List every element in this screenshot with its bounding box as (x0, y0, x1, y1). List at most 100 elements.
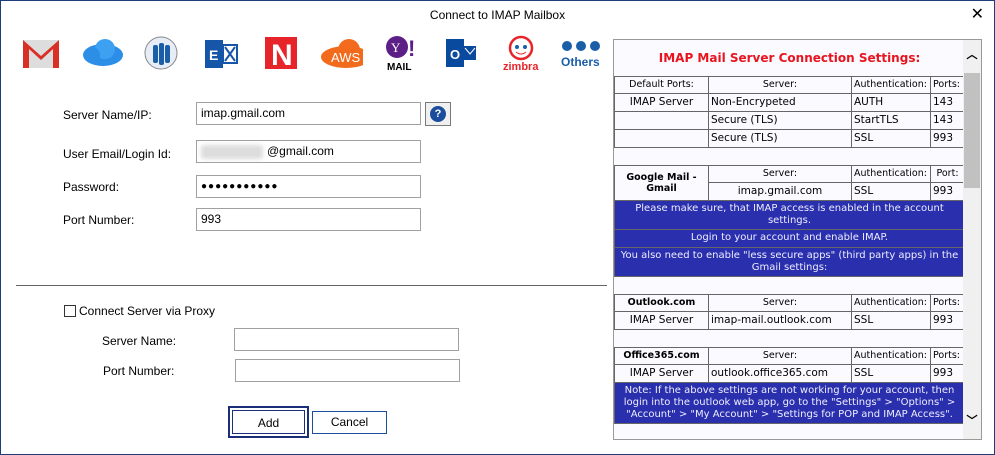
password-input[interactable]: ●●●●●●●●●●● (196, 175, 421, 198)
email-value: @gmail.com (267, 144, 334, 158)
cell: AUTH (851, 92, 931, 112)
proxy-server-input[interactable] (234, 328, 459, 351)
port-input[interactable]: 993 (196, 208, 421, 231)
office365-note: Note: If the above settings are not work… (614, 381, 966, 424)
help-icon: ? (430, 106, 446, 122)
cell: IMAP Server (614, 310, 709, 330)
col-header: Server: (708, 75, 852, 94)
imap-settings-panel: IMAP Mail Server Connection Settings: De… (613, 39, 982, 440)
scrollbar-thumb[interactable] (964, 73, 980, 188)
svg-text:Y: Y (391, 40, 401, 55)
col-header: Ports: (929, 293, 966, 312)
scrollbar[interactable]: ︿ ﹀ (963, 40, 981, 439)
zimbra-icon[interactable]: zimbra (499, 33, 543, 73)
svg-text:Others: Others (561, 55, 600, 69)
cell: Secure (TLS) (708, 110, 852, 130)
table-row: IMAP Server Non-Encrypeted AUTH 143 (614, 92, 966, 112)
email-input[interactable]: @gmail.com (196, 140, 421, 163)
cell: SSL (851, 128, 931, 148)
svg-text:MAIL: MAIL (387, 62, 411, 72)
cell: IMAP Server (614, 92, 709, 112)
cell: 993 (929, 310, 966, 330)
window-title: Connect to IMAP Mailbox (429, 8, 566, 22)
col-header: Port: (929, 164, 966, 183)
col-header: Server: (708, 164, 852, 183)
proxy-port-label: Port Number: (103, 364, 175, 378)
svg-text:O: O (450, 47, 460, 62)
cell: outlook.office365.com (708, 363, 852, 383)
cell: 993 (929, 363, 966, 383)
gmail-note: You also need to enable "less secure app… (614, 246, 966, 277)
cell: Non-Encrypeted (708, 92, 852, 112)
server-input[interactable]: imap.gmail.com (196, 102, 421, 125)
provider-icons: E N AWS Y! MAIL O zimbra Others (15, 32, 607, 74)
yahoo-mail-icon[interactable]: Y! MAIL (379, 33, 423, 73)
outlook-icon[interactable]: O (439, 33, 483, 73)
spacer (614, 146, 965, 166)
cell: IMAP Server (614, 363, 709, 383)
scroll-down-icon[interactable]: ﹀ (963, 412, 981, 428)
proxy-checkbox[interactable] (64, 305, 76, 317)
svg-text:!: ! (408, 36, 415, 61)
redacted-username (201, 145, 263, 159)
add-button[interactable]: Add (228, 406, 309, 438)
others-icon[interactable]: Others (559, 33, 603, 73)
cell (614, 128, 709, 148)
novell-groupwise-icon[interactable]: N (259, 33, 303, 73)
scroll-up-icon[interactable]: ︿ (963, 46, 981, 62)
col-header: Authentication: (851, 164, 931, 183)
exchange-icon[interactable]: E (199, 33, 243, 73)
lotus-notes-icon[interactable] (139, 33, 183, 73)
gmail-icon[interactable] (19, 33, 63, 73)
gmail-note: Login to your account and enable IMAP. (614, 228, 966, 248)
spacer (614, 328, 965, 348)
cell: StartTLS (851, 110, 931, 130)
divider (16, 285, 607, 286)
svg-text:zimbra: zimbra (503, 61, 539, 72)
gmail-note: Please make sure, that IMAP access is en… (614, 199, 966, 230)
email-label: User Email/Login Id: (63, 147, 172, 161)
table-row: IMAP Server imap-mail.outlook.com SSL 993 (614, 310, 966, 330)
col-header: Default Ports: (614, 75, 709, 94)
col-header: Authentication: (851, 293, 931, 312)
help-button[interactable]: ? (425, 102, 451, 126)
settings-table: IMAP Mail Server Connection Settings: De… (614, 40, 966, 424)
col-header: Server: (708, 293, 852, 312)
icloud-icon[interactable] (79, 33, 123, 73)
cell: SSL (851, 310, 931, 330)
close-icon[interactable]: ✕ (971, 1, 984, 29)
cell: SSL (851, 181, 931, 201)
table-row: Secure (TLS) StartTLS 143 (614, 110, 966, 130)
port-label: Port Number: (63, 213, 135, 227)
col-header: Authentication: (851, 346, 931, 365)
outlook-section-title: Outlook.com (614, 293, 709, 312)
settings-title: IMAP Mail Server Connection Settings: (614, 40, 965, 77)
proxy-server-label: Server Name: (102, 334, 177, 348)
aws-icon[interactable]: AWS (319, 33, 363, 73)
cell: 143 (929, 92, 966, 112)
svg-text:AWS: AWS (331, 50, 360, 65)
cell: 143 (929, 110, 966, 130)
add-button-label: Add (232, 410, 305, 434)
table-row: Secure (TLS) SSL 993 (614, 128, 966, 148)
svg-text:E: E (209, 47, 218, 63)
table-row: IMAP Server outlook.office365.com SSL 993 (614, 363, 966, 383)
cancel-button[interactable]: Cancel (312, 411, 387, 434)
office365-section-title: Office365.com (614, 346, 709, 365)
dialog-window: Connect to IMAP Mailbox ✕ E N AWS Y! MAIL… (0, 0, 995, 455)
spacer (614, 275, 965, 295)
svg-text:N: N (271, 39, 293, 70)
server-label: Server Name/IP: (63, 108, 152, 122)
title-bar: Connect to IMAP Mailbox ✕ (1, 1, 994, 29)
gmail-section-title: Google Mail - Gmail (614, 164, 709, 201)
cell: 993 (929, 181, 966, 201)
cell: Secure (TLS) (708, 128, 852, 148)
col-header: Ports: (929, 346, 966, 365)
cell: 993 (929, 128, 966, 148)
cell: imap-mail.outlook.com (708, 310, 852, 330)
col-header: Server: (708, 346, 852, 365)
cell (614, 110, 709, 130)
proxy-checkbox-label[interactable]: Connect Server via Proxy (79, 304, 215, 318)
proxy-port-input[interactable] (235, 359, 460, 382)
cell: imap.gmail.com (708, 181, 852, 201)
